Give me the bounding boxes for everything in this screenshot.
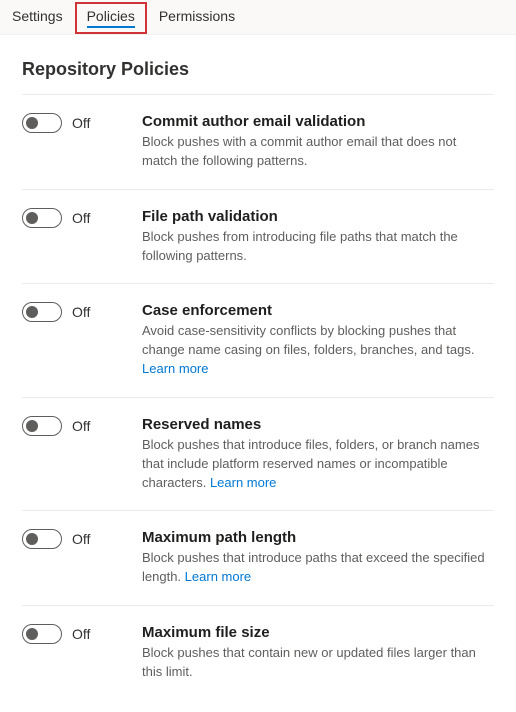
policy-content: Maximum path length Block pushes that in…	[142, 529, 494, 587]
tab-settings[interactable]: Settings	[0, 2, 75, 34]
toggle-thumb	[26, 533, 38, 545]
tab-selected-underline	[87, 26, 135, 28]
toggle-case-enforcement[interactable]	[22, 302, 62, 322]
toggle-thumb	[26, 212, 38, 224]
toggle-state-label: Off	[72, 531, 90, 547]
policy-title: Maximum file size	[142, 624, 494, 641]
policy-desc-text: Block pushes that introduce files, folde…	[142, 437, 479, 490]
toggle-max-file-size[interactable]	[22, 624, 62, 644]
policy-desc: Block pushes with a commit author email …	[142, 133, 494, 171]
tab-label: Settings	[12, 8, 63, 24]
policy-content: Commit author email validation Block pus…	[142, 113, 494, 171]
learn-more-link[interactable]: Learn more	[185, 569, 251, 584]
learn-more-link[interactable]: Learn more	[210, 475, 276, 490]
toggle-group: Off	[22, 416, 142, 436]
policy-title: File path validation	[142, 208, 494, 225]
policy-desc: Block pushes from introducing file paths…	[142, 228, 494, 266]
toggle-file-path-validation[interactable]	[22, 208, 62, 228]
policy-title: Commit author email validation	[142, 113, 494, 130]
policy-desc: Block pushes that introduce files, folde…	[142, 436, 494, 493]
tab-permissions[interactable]: Permissions	[147, 2, 247, 34]
toggle-thumb	[26, 117, 38, 129]
toggle-state-label: Off	[72, 304, 90, 320]
toggle-group: Off	[22, 624, 142, 644]
toggle-thumb	[26, 420, 38, 432]
policy-content: Maximum file size Block pushes that cont…	[142, 624, 494, 682]
toggle-reserved-names[interactable]	[22, 416, 62, 436]
policy-content: File path validation Block pushes from i…	[142, 208, 494, 266]
policy-row-max-file-size: Off Maximum file size Block pushes that …	[22, 605, 494, 700]
policy-desc: Block pushes that contain new or updated…	[142, 644, 494, 682]
page-content: Repository Policies Off Commit author em…	[0, 35, 516, 712]
toggle-state-label: Off	[72, 418, 90, 434]
policy-desc: Block pushes that introduce paths that e…	[142, 549, 494, 587]
toggle-group: Off	[22, 302, 142, 322]
policy-title: Reserved names	[142, 416, 494, 433]
policy-title: Maximum path length	[142, 529, 494, 546]
toggle-max-path-length[interactable]	[22, 529, 62, 549]
toggle-state-label: Off	[72, 626, 90, 642]
policy-row-max-path-length: Off Maximum path length Block pushes tha…	[22, 510, 494, 605]
toggle-group: Off	[22, 113, 142, 133]
toggle-commit-author-email[interactable]	[22, 113, 62, 133]
policy-row-file-path-validation: Off File path validation Block pushes fr…	[22, 189, 494, 284]
tab-policies[interactable]: Policies	[75, 2, 147, 34]
toggle-state-label: Off	[72, 210, 90, 226]
policy-content: Case enforcement Avoid case-sensitivity …	[142, 302, 494, 379]
tab-label: Permissions	[159, 8, 235, 24]
toggle-group: Off	[22, 529, 142, 549]
policy-title: Case enforcement	[142, 302, 494, 319]
tab-label: Policies	[87, 8, 135, 24]
tab-bar: Settings Policies Permissions	[0, 0, 516, 35]
policy-desc-text: Avoid case-sensitivity conflicts by bloc…	[142, 323, 474, 357]
section-title: Repository Policies	[22, 59, 494, 80]
toggle-state-label: Off	[72, 115, 90, 131]
policy-row-case-enforcement: Off Case enforcement Avoid case-sensitiv…	[22, 283, 494, 397]
policy-row-commit-author-email: Off Commit author email validation Block…	[22, 94, 494, 189]
toggle-thumb	[26, 306, 38, 318]
policy-row-reserved-names: Off Reserved names Block pushes that int…	[22, 397, 494, 511]
learn-more-link[interactable]: Learn more	[142, 361, 208, 376]
policy-content: Reserved names Block pushes that introdu…	[142, 416, 494, 493]
policy-desc: Avoid case-sensitivity conflicts by bloc…	[142, 322, 494, 379]
toggle-group: Off	[22, 208, 142, 228]
toggle-thumb	[26, 628, 38, 640]
